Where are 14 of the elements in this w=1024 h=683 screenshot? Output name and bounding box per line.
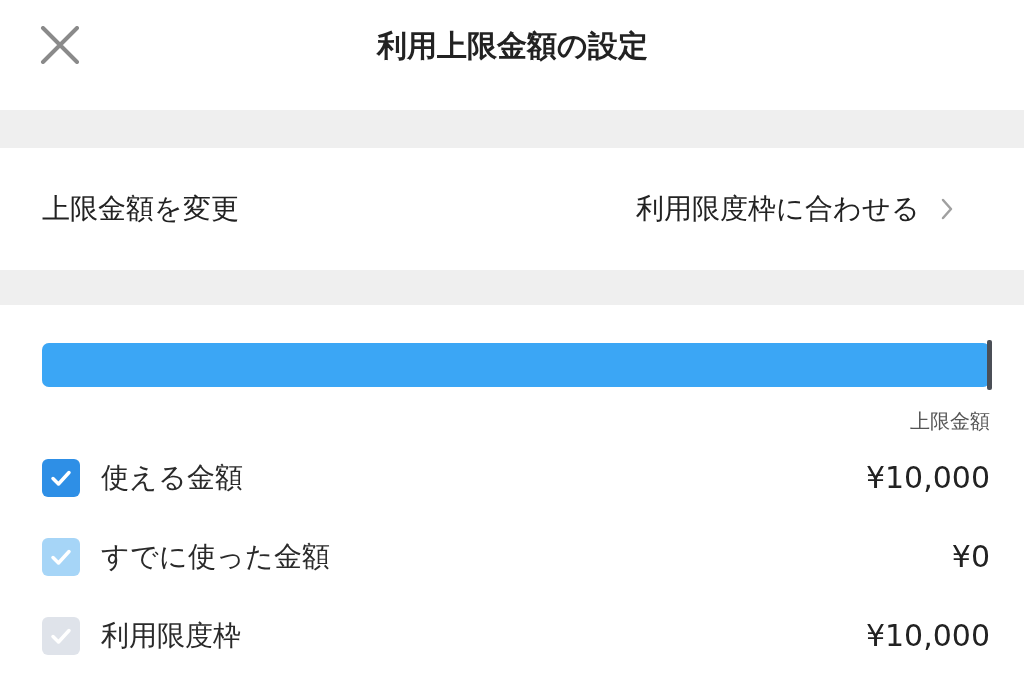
legend-amount: ¥10,000: [865, 616, 990, 655]
setting-label: 上限金額を変更: [42, 191, 239, 227]
limit-marker-icon: [987, 340, 992, 390]
chevron-right-icon: [940, 197, 954, 221]
legend-amount: ¥0: [951, 537, 990, 576]
close-icon: [40, 26, 80, 64]
close-button[interactable]: [40, 26, 80, 64]
legend-label: すでに使った金額: [101, 538, 330, 575]
limit-label: 上限金額: [910, 409, 990, 433]
legend-label: 利用限度枠: [101, 617, 241, 654]
page-title: 利用上限金額の設定: [376, 27, 648, 65]
legend-label: 使える金額: [101, 459, 243, 496]
legend-amount: ¥10,000: [865, 458, 990, 497]
limit-option-button[interactable]: 利用限度枠に合わせる: [636, 191, 954, 227]
